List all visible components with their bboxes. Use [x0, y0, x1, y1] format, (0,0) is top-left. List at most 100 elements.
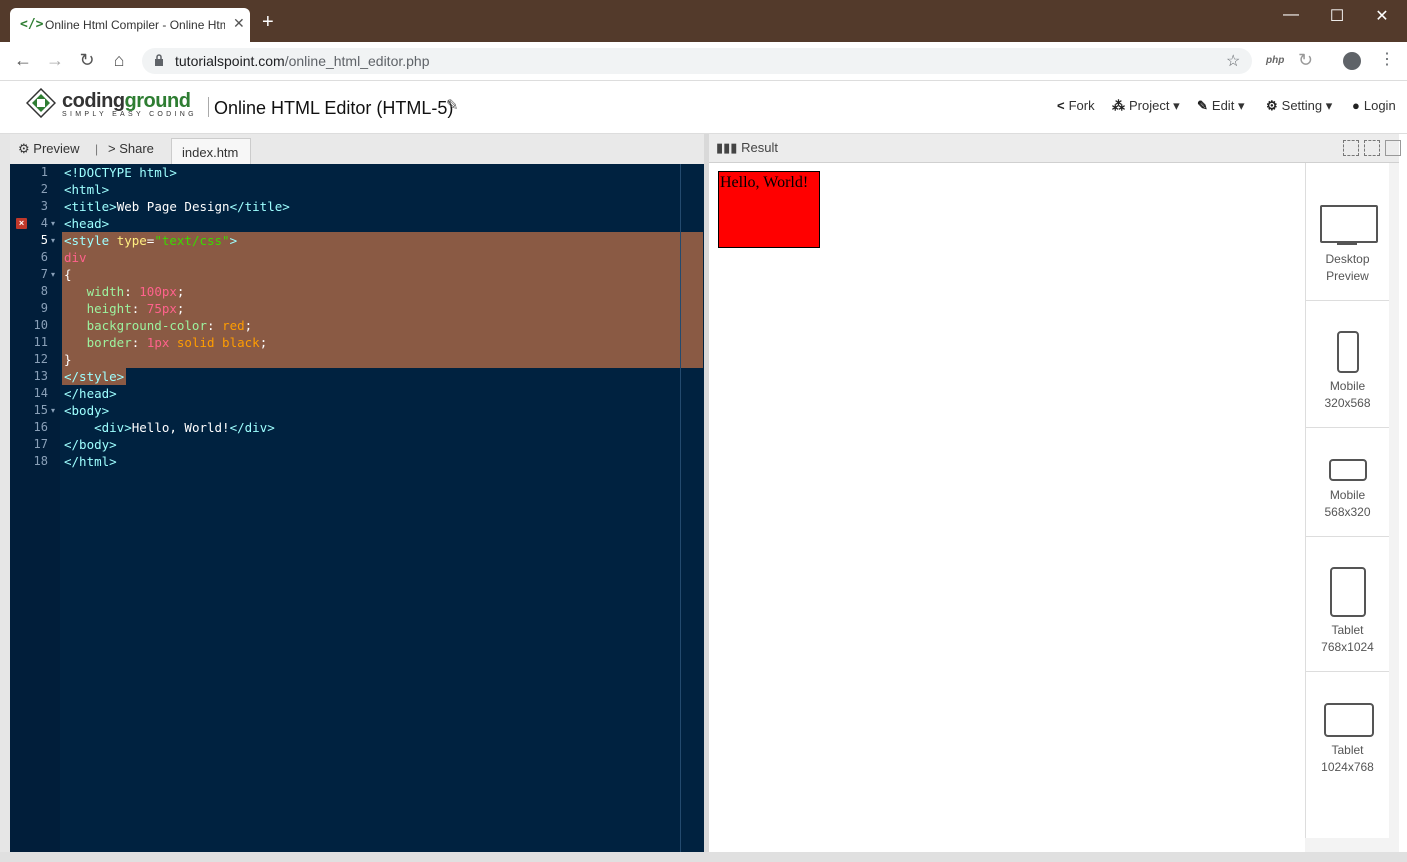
- vertical-scrollbar[interactable]: [1389, 163, 1399, 853]
- code-line: border: 1px solid black;: [86, 335, 268, 350]
- home-icon[interactable]: ⌂: [108, 50, 130, 70]
- setting-menu[interactable]: ⚙ Setting ▾: [1266, 98, 1332, 114]
- edit-title-icon[interactable]: ✎: [446, 96, 459, 114]
- line-number: 16: [33, 420, 48, 434]
- file-tab-label: index.htm: [182, 145, 239, 160]
- logo-text[interactable]: codingground: [62, 90, 191, 113]
- result-iframe[interactable]: [709, 163, 1305, 853]
- code-line: {: [64, 267, 72, 282]
- edit-icon: ✎: [1197, 98, 1208, 113]
- line-number: 18: [33, 454, 48, 468]
- device-name: Tablet: [1331, 623, 1364, 637]
- device-divider: [1306, 427, 1389, 428]
- logo-text-coding: coding: [62, 90, 125, 112]
- project-menu[interactable]: ⁂ Project ▾: [1112, 98, 1180, 114]
- line-number: 5: [40, 233, 48, 247]
- code-line: <div>Hello, World!</div>: [94, 420, 275, 435]
- project-label: Project: [1129, 98, 1170, 113]
- print-margin: [680, 164, 681, 852]
- code-line: </body>: [64, 437, 117, 452]
- mobile-landscape-icon: [1329, 459, 1367, 481]
- maximize-icon[interactable]: ☐: [1325, 6, 1349, 26]
- device-desktop-preview[interactable]: Desktop Preview: [1306, 251, 1389, 285]
- gear-icon: ⚙: [18, 141, 30, 156]
- line-number: 10: [33, 318, 48, 332]
- fork-label: Fork: [1068, 98, 1095, 113]
- fold-toggle-icon[interactable]: ▾: [51, 232, 55, 249]
- device-divider: [1306, 536, 1389, 537]
- back-arrow-icon[interactable]: ←: [12, 50, 34, 70]
- logo-text-ground: ground: [124, 90, 191, 112]
- device-name: Tablet: [1331, 743, 1364, 757]
- mobile-portrait-icon: [1337, 331, 1359, 373]
- app-header: [0, 81, 1407, 134]
- device-mobile-568x320[interactable]: Mobile 568x320: [1306, 487, 1389, 521]
- browser-tab[interactable]: </> Online Html Compiler - Online Html E…: [10, 8, 250, 42]
- expand-icon[interactable]: [1364, 140, 1380, 156]
- code-line: </style>: [64, 369, 125, 384]
- device-mobile-320x568[interactable]: Mobile 320x568: [1306, 378, 1389, 412]
- code-line: div: [64, 250, 87, 265]
- rendered-hello-box: Hello, World!: [718, 171, 820, 248]
- php-extension-icon[interactable]: php: [1266, 55, 1284, 66]
- code-line: background-color: red;: [86, 318, 253, 333]
- device-divider: [1306, 671, 1389, 672]
- preview-button[interactable]: ⚙ Preview: [18, 141, 80, 157]
- code-line: <head>: [64, 216, 110, 231]
- close-window-icon[interactable]: ✕: [1370, 6, 1394, 26]
- codingground-logo-icon[interactable]: [26, 88, 56, 118]
- desktop-icon: [1320, 205, 1378, 243]
- code-line: <title>Web Page Design</title>: [64, 199, 290, 214]
- collapse-icon[interactable]: [1343, 140, 1359, 156]
- lock-icon: [155, 54, 163, 66]
- account-icon[interactable]: [1343, 52, 1361, 70]
- result-label: Result: [741, 140, 778, 155]
- login-button[interactable]: ● Login: [1352, 98, 1396, 113]
- url-path: /online_html_editor.php: [284, 53, 430, 69]
- fullscreen-icon[interactable]: [1385, 140, 1401, 156]
- fork-button[interactable]: < Fork: [1057, 98, 1095, 113]
- chevron-down-icon: ▾: [1325, 98, 1333, 113]
- left-edge: [0, 134, 10, 862]
- setting-label: Setting: [1281, 98, 1323, 113]
- file-tab-index[interactable]: index.htm: [171, 138, 251, 165]
- page-title: Online HTML Editor (HTML-5): [214, 98, 454, 118]
- forward-arrow-icon[interactable]: →: [44, 50, 66, 70]
- line-number: 17: [33, 437, 48, 451]
- line-number: 8: [40, 284, 48, 298]
- chevron-down-icon: ▾: [1173, 98, 1180, 113]
- fold-toggle-icon[interactable]: ▾: [51, 266, 55, 283]
- code-line: width: 100px;: [86, 284, 185, 299]
- new-tab-icon[interactable]: +: [262, 12, 274, 32]
- code-line: <html>: [64, 182, 110, 197]
- url-text[interactable]: tutorialspoint.com/online_html_editor.ph…: [175, 53, 430, 69]
- fold-toggle-icon[interactable]: ▾: [51, 402, 55, 419]
- line-number: 6: [40, 250, 48, 264]
- horizontal-scrollbar[interactable]: [1305, 838, 1399, 853]
- close-tab-icon[interactable]: ✕: [233, 15, 245, 32]
- bar-chart-icon: ▮▮▮: [716, 140, 738, 155]
- star-icon[interactable]: ☆: [1226, 51, 1240, 71]
- device-tablet-1024x768[interactable]: Tablet 1024x768: [1306, 742, 1389, 776]
- edit-menu[interactable]: ✎ Edit ▾: [1197, 98, 1244, 114]
- device-size: 768x1024: [1321, 640, 1374, 654]
- project-icon: ⁂: [1112, 98, 1125, 113]
- share-icon: >: [108, 141, 116, 156]
- code-line: <style type="text/css">: [64, 233, 238, 248]
- extension-reload-icon[interactable]: ↻: [1298, 50, 1313, 71]
- edit-label: Edit: [1211, 98, 1235, 113]
- device-tablet-768x1024[interactable]: Tablet 768x1024: [1306, 622, 1389, 656]
- share-button[interactable]: > Share: [108, 141, 154, 156]
- device-size: 320x568: [1324, 396, 1371, 410]
- more-icon[interactable]: ⋮: [1379, 49, 1395, 69]
- reload-icon[interactable]: ↻: [76, 50, 98, 70]
- result-tab[interactable]: ▮▮▮ Result: [716, 140, 778, 156]
- line-number: 7: [40, 267, 48, 281]
- chevron-down-icon: ▾: [1237, 98, 1245, 113]
- code-favicon-icon: </>: [20, 17, 44, 32]
- fold-toggle-icon[interactable]: ▾: [51, 215, 55, 232]
- device-name: Mobile: [1329, 379, 1366, 393]
- header-divider: [208, 97, 209, 117]
- fork-icon: <: [1057, 98, 1065, 113]
- minimize-icon[interactable]: —: [1279, 6, 1303, 24]
